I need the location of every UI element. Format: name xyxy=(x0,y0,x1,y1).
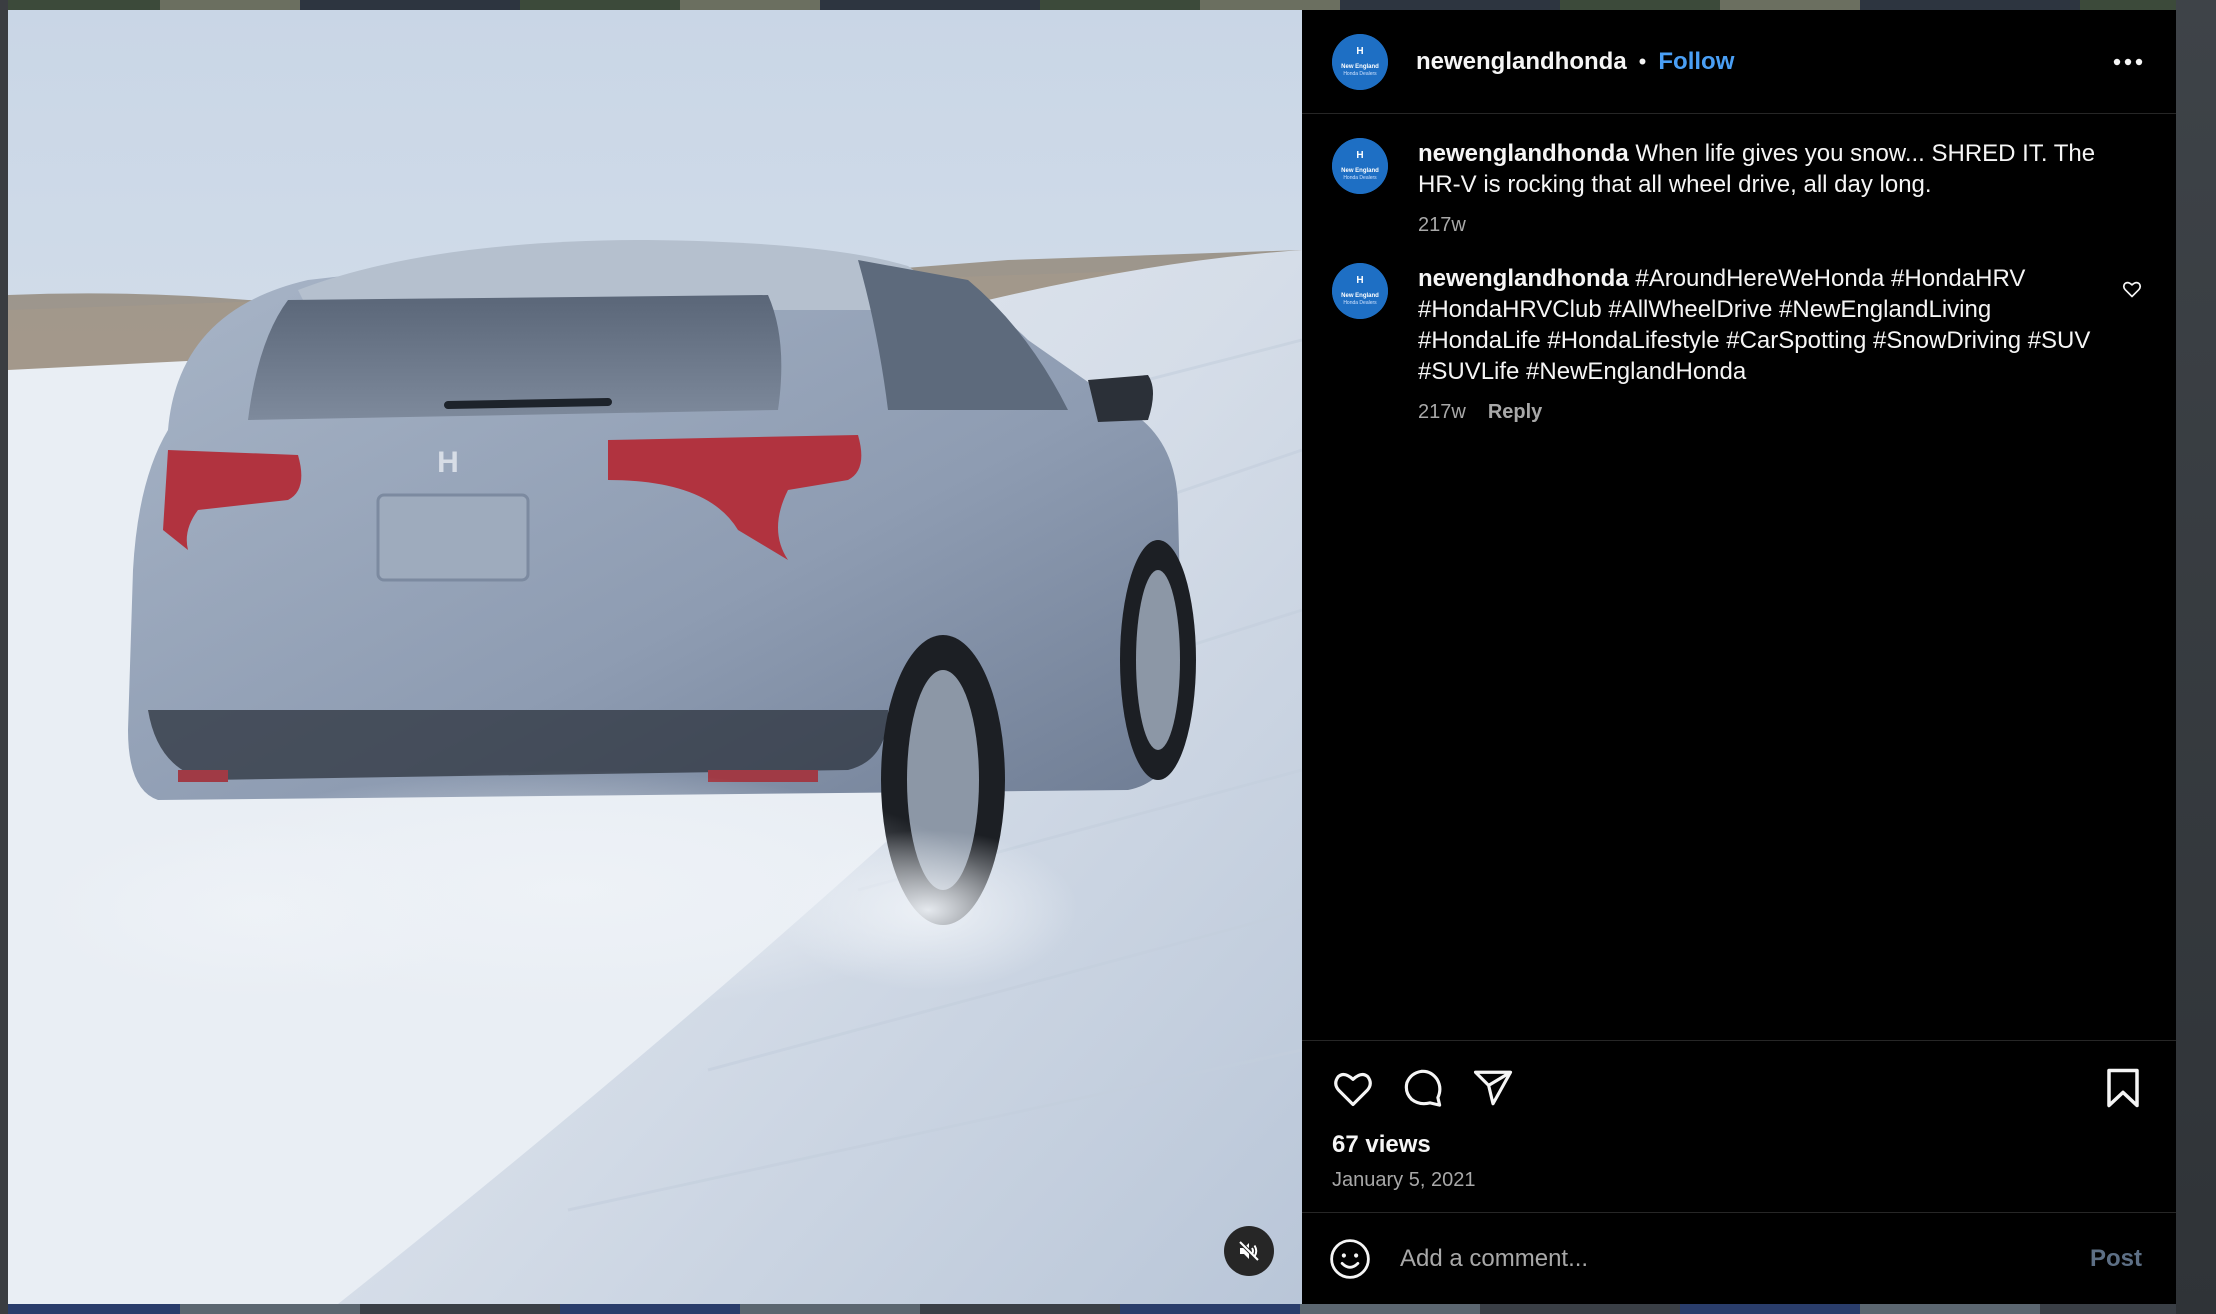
speaker-muted-icon xyxy=(1238,1240,1260,1262)
svg-text:H: H xyxy=(1356,275,1363,286)
comment-avatar[interactable]: H New England Honda Dealers xyxy=(1332,263,1388,319)
avatar-logo-letter: H xyxy=(1356,46,1363,57)
comment-bubble-icon xyxy=(1404,1069,1442,1107)
svg-text:H: H xyxy=(437,446,459,479)
save-button[interactable] xyxy=(2098,1063,2148,1113)
comment-username-link[interactable]: newenglandhonda xyxy=(1418,265,1629,292)
caption-comment: H New England Honda Dealers newenglandho… xyxy=(1332,138,2148,237)
heart-icon xyxy=(2122,281,2142,298)
comment-body: newenglandhonda When life gives you snow… xyxy=(1418,138,2118,237)
comments-list[interactable]: H New England Honda Dealers newenglandho… xyxy=(1302,114,2176,1040)
mute-toggle-button[interactable] xyxy=(1224,1226,1274,1276)
svg-text:New England: New England xyxy=(1341,168,1379,174)
svg-text:Honda Dealers: Honda Dealers xyxy=(1343,300,1377,306)
comment-meta: 217w Reply xyxy=(1418,401,2118,424)
video-frame-snow-suv: H xyxy=(8,10,1302,1304)
more-horizontal-icon xyxy=(2113,58,2143,65)
post-side-panel: H New England Honda Dealers newenglandho… xyxy=(1302,10,2176,1304)
svg-text:Honda Dealers: Honda Dealers xyxy=(1343,175,1377,181)
views-count[interactable]: 67 views xyxy=(1328,1131,2148,1159)
emoji-picker-button[interactable] xyxy=(1328,1237,1372,1281)
follow-button[interactable]: Follow xyxy=(1658,48,1734,76)
header-separator: • xyxy=(1638,48,1647,74)
svg-text:New England: New England xyxy=(1341,64,1379,70)
backdrop-feed-strip-top xyxy=(0,0,2216,10)
hashtag-comment: H New England Honda Dealers newenglandho… xyxy=(1332,263,2148,424)
post-header: H New England Honda Dealers newenglandho… xyxy=(1302,10,2176,114)
backdrop-strip-left xyxy=(0,0,8,1314)
paper-plane-icon xyxy=(1473,1070,1513,1106)
svg-text:New England: New England xyxy=(1341,293,1379,299)
action-bar xyxy=(1328,1063,2148,1113)
smiley-icon xyxy=(1330,1238,1370,1279)
comment-input[interactable] xyxy=(1398,1243,2084,1274)
svg-text:Honda Dealers: Honda Dealers xyxy=(1343,71,1377,77)
comment-button[interactable] xyxy=(1398,1063,1448,1113)
comment-text: newenglandhonda When life gives you snow… xyxy=(1418,138,2118,200)
honda-dealer-logo: H New England Honda Dealers xyxy=(1332,138,1388,194)
author-username-link[interactable]: newenglandhonda xyxy=(1416,48,1627,76)
author-avatar[interactable]: H New England Honda Dealers xyxy=(1332,33,1388,90)
post-comment-button[interactable]: Post xyxy=(2084,1244,2148,1274)
honda-dealer-logo: H New England Honda Dealers xyxy=(1332,263,1388,319)
heart-icon xyxy=(1334,1072,1372,1107)
post-video[interactable]: H xyxy=(8,10,1302,1304)
comment-avatar[interactable]: H New England Honda Dealers xyxy=(1332,138,1388,194)
comment-text: newenglandhonda #AroundHereWeHonda #Hond… xyxy=(1418,263,2118,387)
comment-age[interactable]: 217w xyxy=(1418,214,1466,237)
share-button[interactable] xyxy=(1468,1063,1518,1113)
post-modal: H H New England Honda Dealers newengland… xyxy=(8,10,2176,1304)
reply-button[interactable]: Reply xyxy=(1488,401,1542,424)
backdrop-feed-strip-bottom xyxy=(0,1304,2216,1314)
like-button[interactable] xyxy=(1328,1063,1378,1113)
svg-text:H: H xyxy=(1356,150,1363,161)
comment-age[interactable]: 217w xyxy=(1418,401,1466,424)
honda-dealer-logo: H New England Honda Dealers xyxy=(1332,33,1388,90)
more-options-button[interactable] xyxy=(2108,42,2148,82)
post-date[interactable]: January 5, 2021 xyxy=(1328,1169,2148,1192)
comment-body: newenglandhonda #AroundHereWeHonda #Hond… xyxy=(1418,263,2118,424)
backdrop-strip-right xyxy=(2176,0,2216,1314)
comment-meta: 217w xyxy=(1418,214,2118,237)
post-actions-section: 67 views January 5, 2021 xyxy=(1302,1040,2176,1212)
comment-composer: Post xyxy=(1302,1212,2176,1304)
comment-username-link[interactable]: newenglandhonda xyxy=(1418,140,1629,167)
bookmark-icon xyxy=(2107,1068,2139,1108)
comment-like-button[interactable] xyxy=(2120,277,2144,301)
